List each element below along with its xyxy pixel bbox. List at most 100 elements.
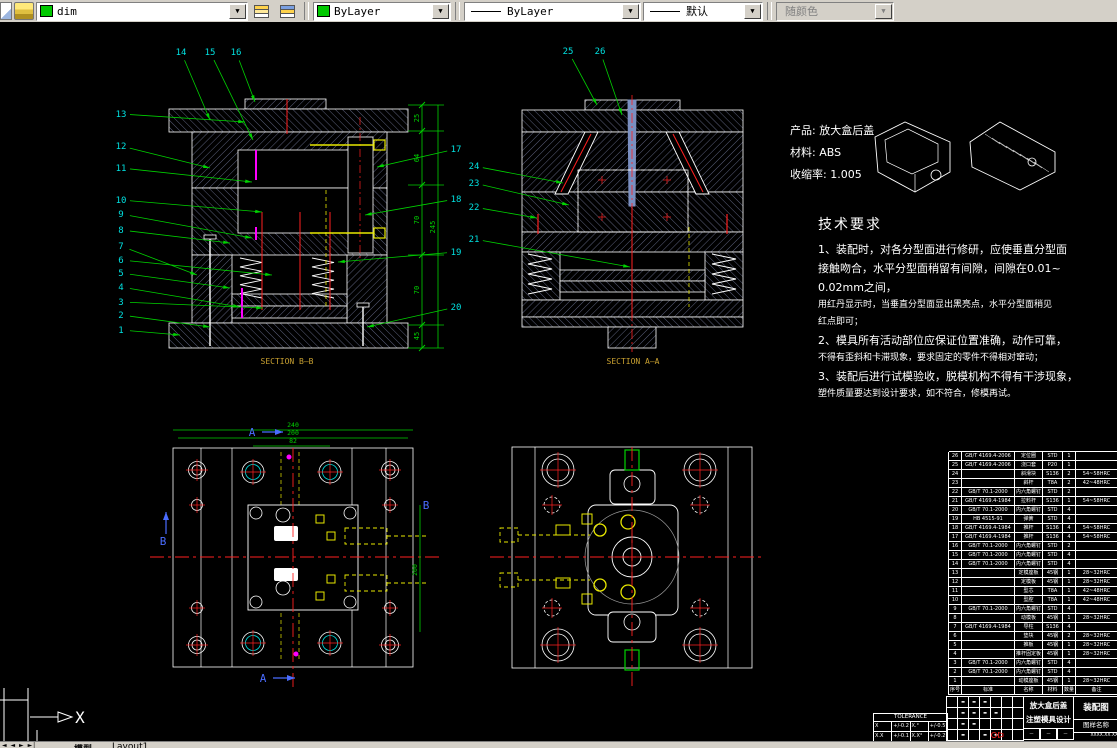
cad-text: 16	[231, 48, 242, 58]
cad-text: 20	[451, 303, 462, 313]
color-dropdown[interactable]: ByLayer ▼	[313, 1, 451, 21]
drawing-canvas[interactable]: 13 12 11 10 9 8 7 6 5 4 3 2 1 14 15 16 17 18 19 20 25 26 24 23 2…	[0, 22, 1117, 741]
signature-cell: ▬	[958, 719, 969, 730]
color-dropdown-arrow[interactable]: ▼	[432, 3, 449, 19]
tech-line: 塑件质量要达到设计要求，如不符合，修模再试。	[818, 389, 1017, 399]
tab-nav-arrows[interactable]: ◄ ◄ ► ►|	[2, 742, 36, 748]
cad-text: 2	[118, 311, 123, 321]
plotstyle-dropdown-arrow: ▼	[875, 3, 892, 19]
tech-line: 0.02mm之间，	[818, 281, 897, 294]
linetype-dropdown-arrow[interactable]: ▼	[622, 3, 639, 19]
tol-cell: +/-0.2°	[929, 732, 947, 741]
plotstyle-label: 随颜色	[785, 5, 818, 18]
linetype-dropdown[interactable]: ByLayer ▼	[464, 1, 641, 21]
bom-cell: 标准	[962, 685, 1015, 695]
lineweight-dropdown-arrow[interactable]: ▼	[744, 3, 761, 19]
signature-cell: ▬	[980, 708, 991, 719]
bom-cell: 名称	[1015, 685, 1043, 695]
tech-title: 技术要求	[818, 217, 882, 233]
cad-text: X	[75, 708, 85, 727]
layer-dropdown-arrow[interactable]: ▼	[229, 3, 246, 19]
signature-cell	[969, 730, 980, 741]
layer-color-swatch	[40, 5, 53, 17]
layer-dropdown[interactable]: dim ▼	[36, 1, 248, 21]
section-aa-drawing	[521, 95, 744, 352]
signature-cell: ▬	[958, 708, 969, 719]
cad-text: 11	[116, 164, 127, 174]
color-swatch	[317, 5, 330, 17]
toolbar-separator	[304, 2, 309, 20]
drawing-code: XXXX.XX.XX	[1090, 733, 1117, 738]
signature-grid: ▬ ▬ ▬ ▬ ▬ ▬ ▬ ▬ ▬ ▬ ▬ ▬	[946, 696, 1024, 741]
partial-toolbar-icon[interactable]	[0, 2, 12, 20]
bom-cell: 材料	[1043, 685, 1063, 695]
tech-line: 用红丹显示时，当垂直分型面显出黑亮点，水平分型面稍见	[818, 300, 1053, 310]
cad-text: 19	[451, 248, 462, 258]
technical-requirements: 技术要求 1、装配时，对各分型面进行修研，应使垂直分型面 接触吻合，水平分型面稍留…	[818, 214, 1078, 403]
signature-cell	[947, 719, 958, 730]
signature-cell: ▬	[980, 697, 991, 708]
lineweight-label: 默认	[686, 5, 708, 18]
cad-text: 200	[411, 564, 419, 576]
cad-text: 24	[469, 162, 480, 172]
signature-cell	[947, 708, 958, 719]
ucs-icon: X	[30, 708, 85, 727]
color-label: ByLayer	[334, 4, 381, 18]
cad-text: 3	[118, 298, 123, 308]
signature-cell	[1002, 708, 1013, 719]
cad-text: 5	[118, 269, 123, 279]
cad-text: 17	[451, 145, 462, 155]
lineweight-dropdown[interactable]: 默认 ▼	[643, 1, 763, 21]
cad-text: 4	[118, 283, 123, 293]
cad-text: SECTION A—A	[607, 357, 660, 366]
cad-text: 23	[469, 179, 480, 189]
signature-cell	[1002, 719, 1013, 730]
cad-text: 200	[287, 429, 299, 437]
signature-cell: ▬	[991, 708, 1002, 719]
cad-text: 1	[118, 326, 123, 336]
cad-text: B	[423, 499, 430, 512]
linetype-label: ByLayer	[507, 4, 554, 18]
title-block-title: 放大盒后盖 注塑模具设计	[1023, 696, 1074, 729]
tolerance-title: TOLERANCE	[874, 714, 947, 722]
product-name: 产品: 放大盒后盖	[790, 124, 875, 137]
cad-text: 70	[413, 216, 421, 224]
signature-cell: ▬	[969, 697, 980, 708]
cad-text: 21	[469, 235, 480, 245]
tech-line: 接触吻合，水平分型面稍留有间隙，间隙在0.01~	[818, 262, 1061, 275]
product-info: 产品: 放大盒后盖 材料: ABS 收缩率: 1.005	[790, 120, 874, 186]
make-object-layer-current-button[interactable]	[250, 2, 274, 21]
title-block: TOLERANCE X +/-0.2 X.° +/-0.5° X.X +/-0.…	[862, 696, 1117, 741]
cad-text: 14	[176, 48, 187, 58]
title-line2: 注塑模具设计	[1026, 715, 1071, 724]
cad-text: 18	[451, 195, 462, 205]
bom-table: 26 GB/T 4169.4-2006 定位圈 STD 1 25 GB/T 4169.4-2…	[948, 451, 1117, 695]
cad-text: SECTION B—B	[261, 357, 314, 366]
tol-cell: X	[874, 722, 893, 731]
cad-window: dim ▼ ByLayer ▼ ByLayer ▼ 默认 ▼ 随颜色 ▼ 13 …	[0, 0, 1117, 748]
signature-cell: ▬	[958, 730, 969, 741]
tab-model[interactable]: 模型	[74, 742, 92, 748]
lineweight-sample	[650, 10, 680, 12]
tol-cell: X.°	[911, 722, 929, 731]
tech-line: 红点即可；	[818, 317, 864, 327]
cad-text: 6	[118, 256, 123, 266]
layer-previous-button[interactable]	[276, 2, 300, 21]
signature-cell	[1002, 697, 1013, 708]
signature-cell: ▬	[958, 697, 969, 708]
toolbar-separator	[767, 2, 772, 20]
drawing-type-cell: 装配图	[1074, 696, 1117, 720]
cad-text: 7	[118, 242, 123, 252]
tab-layout1[interactable]: Layout1	[112, 742, 148, 748]
part-isometric-views	[874, 121, 1056, 193]
signature-cell	[947, 697, 958, 708]
cad-text: 13	[116, 110, 127, 120]
cad-text: A	[260, 672, 267, 685]
signature-cell: ▬	[969, 708, 980, 719]
tech-line: 3、装配后进行试模验收，脱模机构不得有干涉现象，	[818, 370, 1078, 383]
layer-properties-icon[interactable]	[14, 2, 34, 20]
cad-text: 25	[413, 114, 421, 122]
tol-cell: +/-0.2	[893, 722, 911, 731]
signature-cell	[991, 697, 1002, 708]
tech-line: 1、装配时，对各分型面进行修研，应使垂直分型面	[818, 243, 1067, 256]
